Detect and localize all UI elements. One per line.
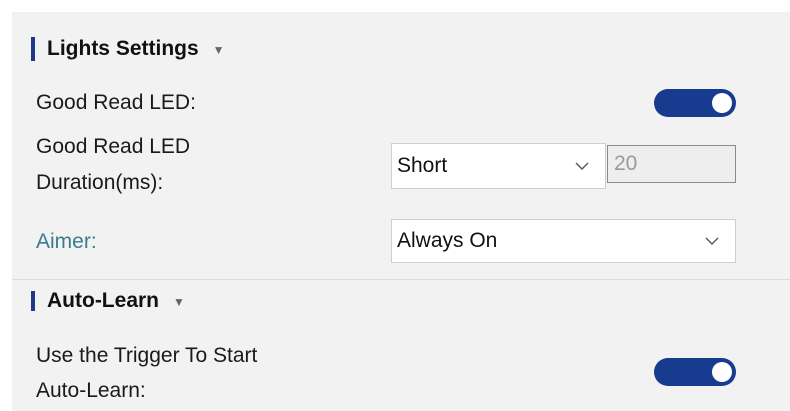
- aimer-select[interactable]: Always On: [391, 219, 736, 263]
- lights-settings-header[interactable]: Lights Settings ▼: [12, 37, 225, 61]
- duration-label-line2: Duration(ms):: [36, 171, 164, 194]
- lights-settings-title: Lights Settings: [47, 37, 199, 60]
- duration-ms-input[interactable]: 20: [607, 145, 736, 183]
- trigger-label-line1: Use the Trigger To Start: [36, 344, 258, 367]
- good-read-led-label: Good Read LED:: [36, 91, 196, 114]
- section-divider: [12, 279, 790, 280]
- section-accent-bar: [31, 291, 35, 311]
- good-read-led-toggle[interactable]: [654, 89, 736, 117]
- auto-learn-header[interactable]: Auto-Learn ▼: [12, 289, 185, 313]
- caret-down-icon[interactable]: ▼: [173, 295, 185, 309]
- caret-down-icon[interactable]: ▼: [213, 43, 225, 57]
- chevron-down-icon: [701, 237, 723, 245]
- settings-panel: Lights Settings ▼ Good Read LED: Good Re…: [12, 12, 790, 411]
- duration-select-value: Short: [397, 154, 448, 177]
- aimer-select-value: Always On: [397, 229, 498, 252]
- trigger-label-line2: Auto-Learn:: [36, 379, 146, 402]
- aimer-label: Aimer:: [36, 230, 97, 253]
- toggle-knob: [712, 93, 732, 113]
- auto-learn-title: Auto-Learn: [47, 289, 159, 312]
- section-accent-bar: [31, 37, 35, 61]
- chevron-down-icon: [571, 162, 593, 170]
- duration-select[interactable]: Short: [391, 143, 606, 189]
- trigger-auto-learn-toggle[interactable]: [654, 358, 736, 386]
- toggle-knob: [712, 362, 732, 382]
- duration-label-line1: Good Read LED: [36, 135, 191, 158]
